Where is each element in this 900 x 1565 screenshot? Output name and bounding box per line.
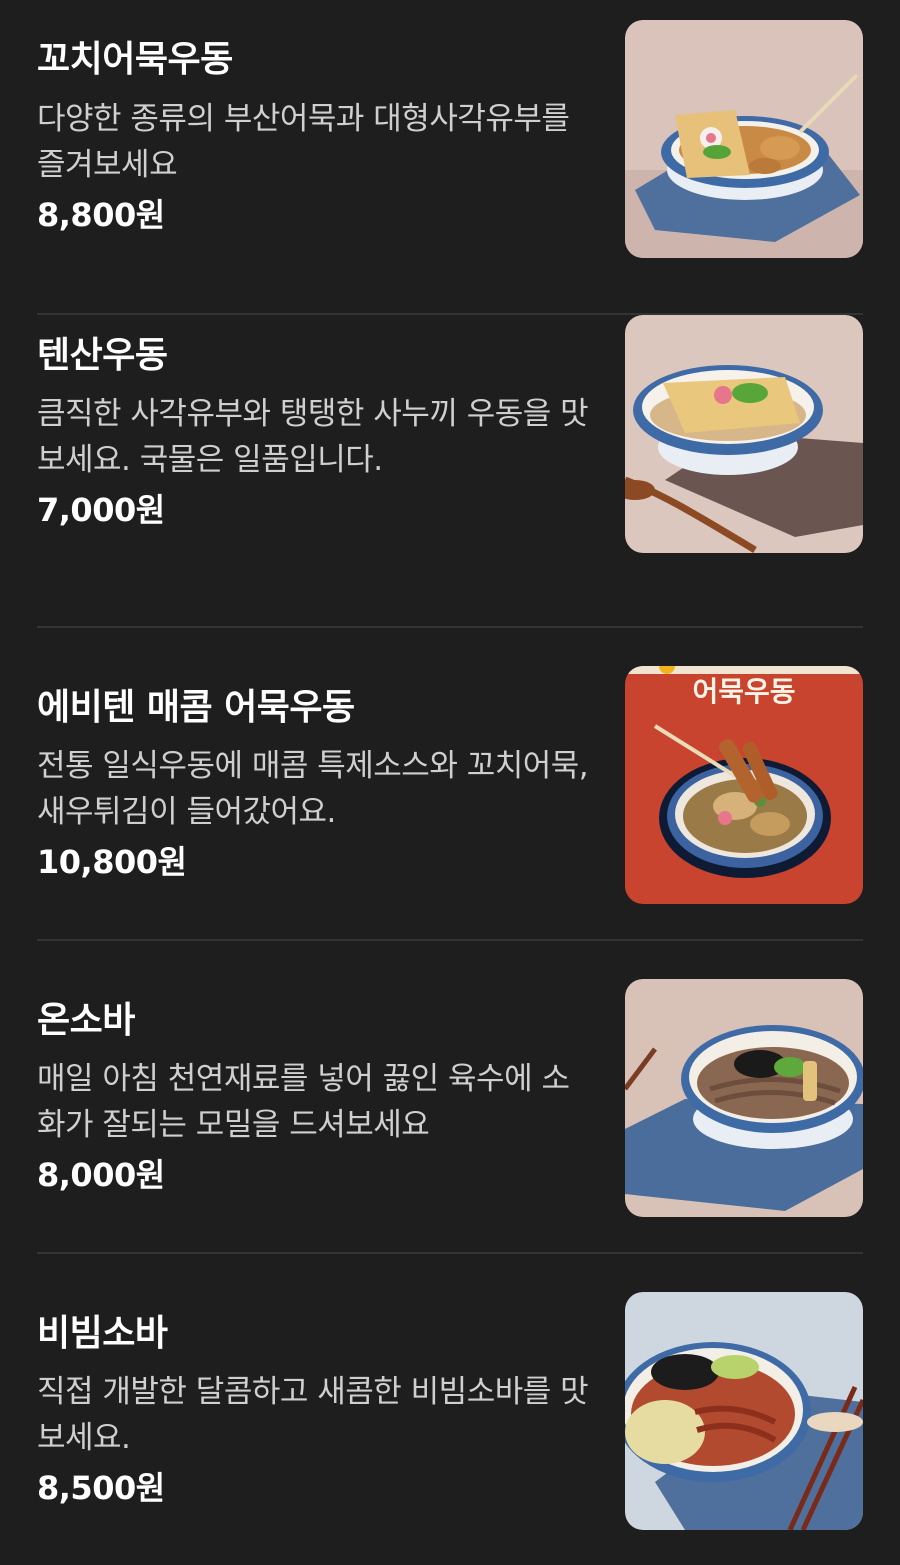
menu-item-name: 비빔소바 xyxy=(37,1313,168,1354)
menu-item-price: 7,000원 xyxy=(37,491,165,529)
menu-item-name: 에비텐 매콤 어묵우동 xyxy=(37,687,355,728)
menu-item-price: 8,500원 xyxy=(37,1469,165,1507)
menu-item-price: 10,800원 xyxy=(37,843,187,881)
menu-item-description: 다양한 종류의 부산어묵과 대형사각유부를 즐겨보세요 xyxy=(37,101,570,183)
menu-item-price: 8,000원 xyxy=(37,1156,165,1194)
menu-list: 꼬치어묵우동 다양한 종류의 부산어묵과 대형사각유부를 즐겨보세요 8,800… xyxy=(0,0,900,1565)
spicy-ebiten-udon-photo[interactable]: 어묵우동 xyxy=(625,666,863,904)
menu-item-name: 꼬치어묵우동 xyxy=(37,39,233,80)
bibim-soba-photo[interactable] xyxy=(625,1292,863,1530)
menu-item-description: 큼직한 사각유부와 탱탱한 사누끼 우동을 맛보세요. 국물은 일품입니다. xyxy=(37,396,589,478)
menu-item[interactable]: 에비텐 매콤 어묵우동 전통 일식우동에 매콤 특제소스와 꼬치어묵, 새우튀김… xyxy=(37,626,863,939)
menu-item-price: 8,800원 xyxy=(37,196,165,234)
menu-item-name: 텐산우동 xyxy=(37,335,168,376)
menu-item[interactable]: 텐산우동 큼직한 사각유부와 탱탱한 사누끼 우동을 맛보세요. 국물은 일품입… xyxy=(37,313,863,626)
menu-item[interactable]: 비빔소바 직접 개발한 달콤하고 새콤한 비빔소바를 맛보세요. 8,500원 xyxy=(37,1252,863,1565)
menu-item-name: 온소바 xyxy=(37,1000,135,1041)
fishcake-skewer-udon-photo[interactable] xyxy=(625,20,863,258)
menu-item-description: 전통 일식우동에 매콤 특제소스와 꼬치어묵, 새우튀김이 들어갔어요. xyxy=(37,748,589,830)
banner-caption: 어묵우동 xyxy=(692,675,795,708)
menu-item-description: 매일 아침 천연재료를 넣어 끓인 육수에 소화가 잘되는 모밀을 드셔보세요 xyxy=(37,1061,570,1143)
hot-soba-photo[interactable] xyxy=(625,979,863,1217)
menu-item[interactable]: 꼬치어묵우동 다양한 종류의 부산어묵과 대형사각유부를 즐겨보세요 8,800… xyxy=(37,0,863,313)
menu-item-description: 직접 개발한 달콤하고 새콤한 비빔소바를 맛보세요. xyxy=(37,1374,589,1456)
tensan-udon-photo[interactable] xyxy=(625,315,863,553)
menu-item[interactable]: 온소바 매일 아침 천연재료를 넣어 끓인 육수에 소화가 잘되는 모밀을 드셔… xyxy=(37,939,863,1252)
